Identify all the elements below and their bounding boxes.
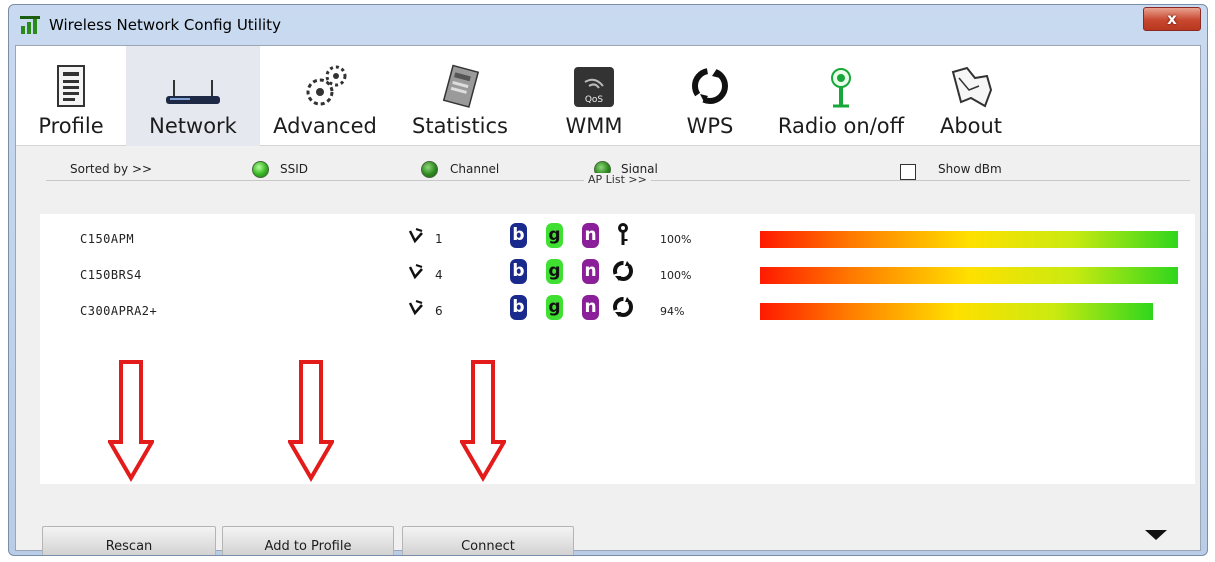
title-bar[interactable]: Wireless Network Config Utility x xyxy=(9,5,1207,45)
scroll-down-button[interactable] xyxy=(1128,526,1184,544)
ap-ssid: C150APM xyxy=(80,232,135,246)
ap-list: C150APM 1 b g n 100% C150BRS4 4 b g n 100% C300APRA2… xyxy=(40,214,1195,484)
ap-list-row[interactable]: C300APRA2+ 6 b g n 94% xyxy=(40,292,1195,328)
qos-icon: QoS xyxy=(574,67,614,107)
mode-n-badge: n xyxy=(582,223,599,248)
show-dbm-checkbox[interactable] xyxy=(900,164,916,180)
about-icon xyxy=(951,66,993,108)
mode-b-badge: b xyxy=(510,259,527,284)
statistics-icon xyxy=(442,64,480,108)
channel-icon xyxy=(408,300,423,316)
ap-channel: 6 xyxy=(435,304,443,318)
ap-channel: 4 xyxy=(435,268,443,282)
annotation-arrow-down-icon xyxy=(288,360,334,482)
sort-channel-label: Channel xyxy=(450,162,500,176)
sort-ssid-label: SSID xyxy=(280,162,309,176)
tab-label: Profile xyxy=(38,114,104,138)
sort-ssid-radio[interactable] xyxy=(252,161,269,178)
svg-text:QoS: QoS xyxy=(585,95,604,105)
wps-icon xyxy=(613,297,633,317)
window-title: Wireless Network Config Utility xyxy=(49,16,281,34)
mode-n-badge: n xyxy=(582,259,599,284)
tab-label: Advanced xyxy=(273,114,377,138)
ap-ssid: C300APRA2+ xyxy=(80,304,158,318)
mode-g-badge: g xyxy=(546,259,563,284)
client-area: Profile Network Advanced Statistics QoS … xyxy=(15,45,1201,555)
mode-n-badge: n xyxy=(582,295,599,320)
ap-channel: 1 xyxy=(435,232,443,246)
show-dbm-label: Show dBm xyxy=(938,162,1002,176)
mode-g-badge: g xyxy=(546,223,563,248)
tab-advanced[interactable]: Advanced xyxy=(260,46,390,146)
ap-list-row[interactable]: C150APM 1 b g n 100% xyxy=(40,220,1195,256)
app-window: Wireless Network Config Utility x Profil… xyxy=(8,4,1208,556)
profile-icon xyxy=(57,65,85,107)
signal-strength-bar xyxy=(760,231,1178,248)
mode-b-badge: b xyxy=(510,295,527,320)
channel-icon xyxy=(408,264,423,280)
tab-network[interactable]: Network xyxy=(126,46,260,146)
connect-button[interactable]: Connect xyxy=(402,526,574,555)
signal-percent: 100% xyxy=(660,269,692,282)
tab-about[interactable]: About xyxy=(920,46,1022,146)
signal-percent: 100% xyxy=(660,233,692,246)
signal-strength-bar xyxy=(760,267,1178,284)
tab-label: Radio on/off xyxy=(777,114,905,138)
close-button[interactable]: x xyxy=(1143,7,1201,31)
signal-percent: 94% xyxy=(660,305,685,318)
signal-strength-bar xyxy=(760,303,1153,320)
tab-statistics[interactable]: Statistics xyxy=(390,46,530,146)
mode-g-badge: g xyxy=(546,295,563,320)
tab-label: WPS xyxy=(686,114,734,138)
channel-icon xyxy=(408,228,423,244)
tab-wps[interactable]: WPS xyxy=(658,46,762,146)
antenna-icon xyxy=(831,68,851,108)
triangle-down-icon xyxy=(1145,530,1167,540)
mode-b-badge: b xyxy=(510,223,527,248)
toolbar: Profile Network Advanced Statistics QoS … xyxy=(16,46,1200,146)
sort-channel-radio[interactable] xyxy=(421,161,438,178)
app-icon xyxy=(20,16,40,34)
rescan-button[interactable]: Rescan xyxy=(42,526,216,555)
wps-icon xyxy=(613,261,633,281)
router-icon xyxy=(166,80,220,104)
wps-icon xyxy=(692,68,728,104)
tab-wmm[interactable]: QoS WMM xyxy=(530,46,658,146)
ap-ssid: C150BRS4 xyxy=(80,268,142,282)
key-icon xyxy=(618,223,628,245)
tab-radio-on-off[interactable]: Radio on/off xyxy=(762,46,920,146)
gears-icon xyxy=(306,65,347,106)
annotation-arrow-down-icon xyxy=(108,360,154,482)
add-to-profile-button[interactable]: Add to Profile xyxy=(222,526,394,555)
tab-label: Statistics xyxy=(412,114,508,138)
ap-list-row[interactable]: C150BRS4 4 b g n 100% xyxy=(40,256,1195,292)
ap-list-label: AP List >> xyxy=(584,173,651,186)
tab-label: Network xyxy=(149,114,237,138)
tab-profile[interactable]: Profile xyxy=(16,46,126,146)
sorted-by-label: Sorted by >> xyxy=(70,162,153,176)
tab-label: WMM xyxy=(565,114,623,138)
tab-label: About xyxy=(939,114,1003,138)
annotation-arrow-down-icon xyxy=(460,360,506,482)
